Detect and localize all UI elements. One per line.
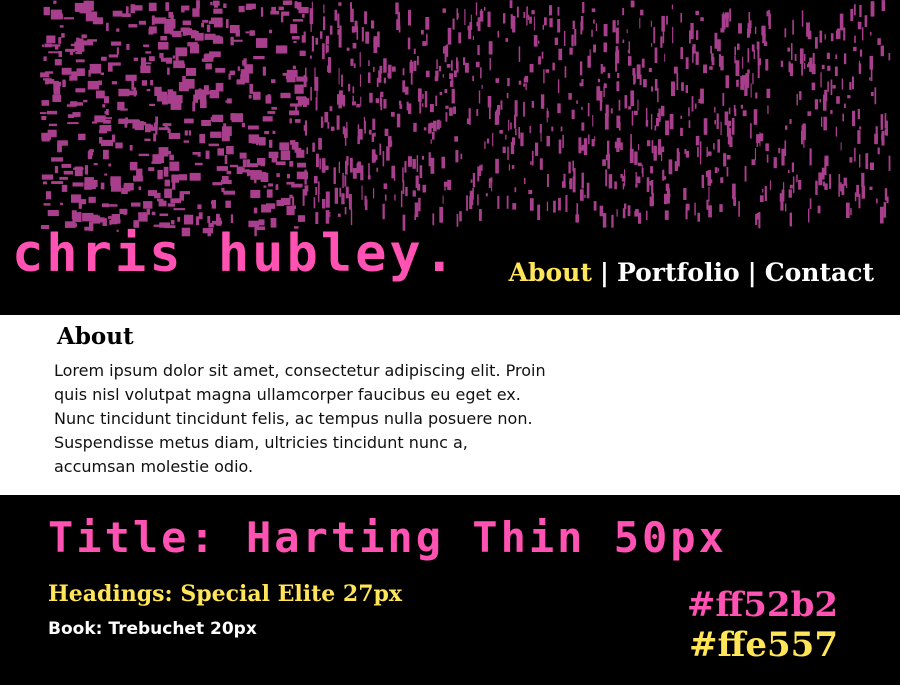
style-guide: Title: Harting Thin 50px Headings: Speci… bbox=[0, 495, 900, 685]
nav-item-portfolio[interactable]: Portfolio bbox=[617, 258, 740, 287]
title-font-sample: Title: Harting Thin 50px bbox=[48, 513, 727, 562]
color-primary-label: #ff52b2 bbox=[686, 585, 838, 625]
main-nav: About | Portfolio | Contact bbox=[509, 258, 874, 287]
about-section: About Lorem ipsum dolor sit amet, consec… bbox=[0, 315, 900, 495]
book-font-sample: Book: Trebuchet 20px bbox=[48, 619, 257, 639]
about-heading: About bbox=[57, 323, 134, 350]
grunge-texture-background bbox=[40, 0, 891, 237]
color-swatches: #ff52b2 #ffe557 bbox=[687, 585, 838, 665]
nav-separator: | bbox=[747, 258, 757, 287]
nav-item-about[interactable]: About bbox=[509, 258, 592, 287]
header: chris hubley. About | Portfolio | Contac… bbox=[0, 0, 900, 315]
site-title[interactable]: chris hubley. bbox=[12, 228, 458, 280]
heading-font-sample: Headings: Special Elite 27px bbox=[48, 581, 403, 607]
nav-item-contact[interactable]: Contact bbox=[765, 258, 874, 287]
nav-separator: | bbox=[599, 258, 609, 287]
color-secondary-label: #ffe557 bbox=[689, 625, 838, 665]
about-body: Lorem ipsum dolor sit amet, consectetur … bbox=[54, 361, 546, 476]
